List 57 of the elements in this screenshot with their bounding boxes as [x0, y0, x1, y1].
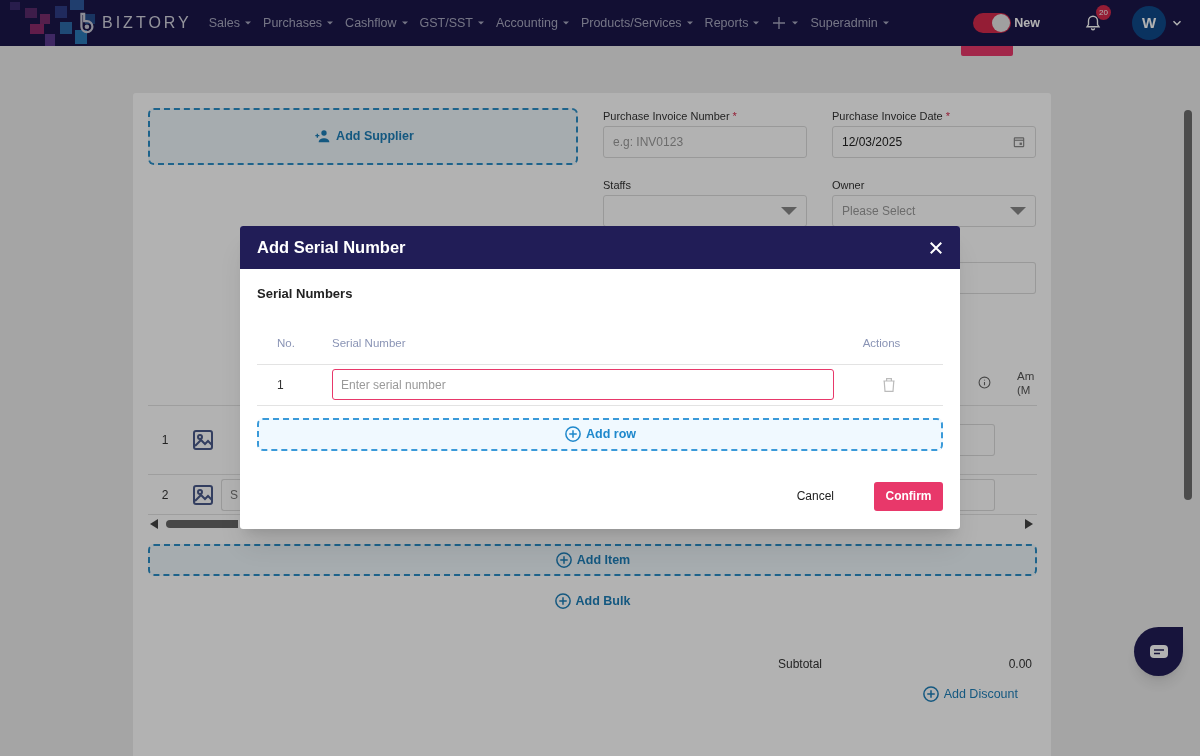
add-item-button[interactable]: Add Item [148, 544, 1037, 576]
column-header: Actions [861, 336, 902, 352]
scroll-left-icon[interactable] [150, 518, 160, 529]
toggle-label: New [1014, 14, 1040, 32]
nav-menu-item[interactable]: Cashflow [345, 13, 411, 33]
plus-circle-icon [564, 425, 582, 443]
add-bulk-button[interactable]: Add Bulk [553, 592, 631, 611]
column-header: Am (M [1017, 368, 1036, 397]
brand-name: BIZTORY [102, 13, 192, 33]
scrollbar-thumb[interactable] [166, 519, 238, 528]
field-label: Owner [832, 178, 866, 193]
column-header: No. [276, 336, 296, 352]
calendar-icon [1012, 135, 1026, 149]
info-icon [978, 376, 991, 389]
row-number: 1 [276, 376, 285, 394]
close-icon[interactable] [929, 240, 943, 255]
confirm-button[interactable]: Confirm [874, 481, 943, 511]
column-header: Serial Number [332, 336, 407, 352]
row-number: 1 [160, 432, 170, 449]
input-field[interactable]: e.g: INV0123 [603, 126, 807, 158]
nav-menu-item[interactable]: Accounting [496, 13, 572, 33]
plus-circle-icon [554, 551, 573, 569]
add-row-button[interactable]: Add row [257, 417, 943, 451]
section-title: Serial Numbers [257, 285, 354, 303]
image-icon [191, 428, 215, 452]
plus-circle-icon [553, 592, 572, 611]
nav-menu-item[interactable]: GST/SST [419, 13, 487, 33]
chat-icon [1148, 643, 1169, 660]
plus-circle-icon [921, 685, 940, 704]
field-label: Purchase Invoice Number * [603, 109, 738, 124]
plus-icon [771, 15, 788, 31]
date-field[interactable]: 12/03/2025 [832, 126, 1036, 158]
chat-button[interactable] [1134, 627, 1183, 676]
toggle-switch[interactable] [973, 13, 1012, 33]
add-supplier-button[interactable]: Add Supplier [148, 108, 578, 165]
subtotal-label: Subtotal [778, 655, 823, 673]
scroll-right-icon[interactable] [1023, 518, 1033, 529]
nav-menu-item[interactable]: Sales [208, 13, 255, 33]
cancel-button[interactable]: Cancel [796, 487, 834, 505]
dialog-title: Add Serial Number [257, 237, 406, 259]
bell-icon[interactable] [1084, 14, 1102, 32]
notification-badge: 20 [1096, 5, 1111, 20]
serial-number-input[interactable]: Enter serial number [332, 369, 834, 400]
image-icon [191, 482, 215, 507]
avatar[interactable]: W [1132, 6, 1166, 40]
dropdown-arrow-icon [1010, 206, 1026, 216]
add-discount-button[interactable]: Add Discount [921, 684, 1018, 704]
nav-menu-item[interactable]: Reports [704, 13, 763, 33]
row-number: 2 [160, 486, 170, 504]
nav-menu-item[interactable]: Purchases [263, 13, 337, 33]
scrollbar-thumb[interactable] [1184, 110, 1192, 500]
dropdown-arrow-icon [781, 206, 797, 216]
subtotal-value: 0.00 [1008, 655, 1032, 673]
nav-menu-item[interactable]: Products/Services [580, 13, 696, 33]
field-label: Purchase Invoice Date * [832, 109, 951, 124]
nav-menu-item[interactable]: Superadmin [810, 13, 892, 33]
field-label: Staffs [603, 178, 632, 193]
